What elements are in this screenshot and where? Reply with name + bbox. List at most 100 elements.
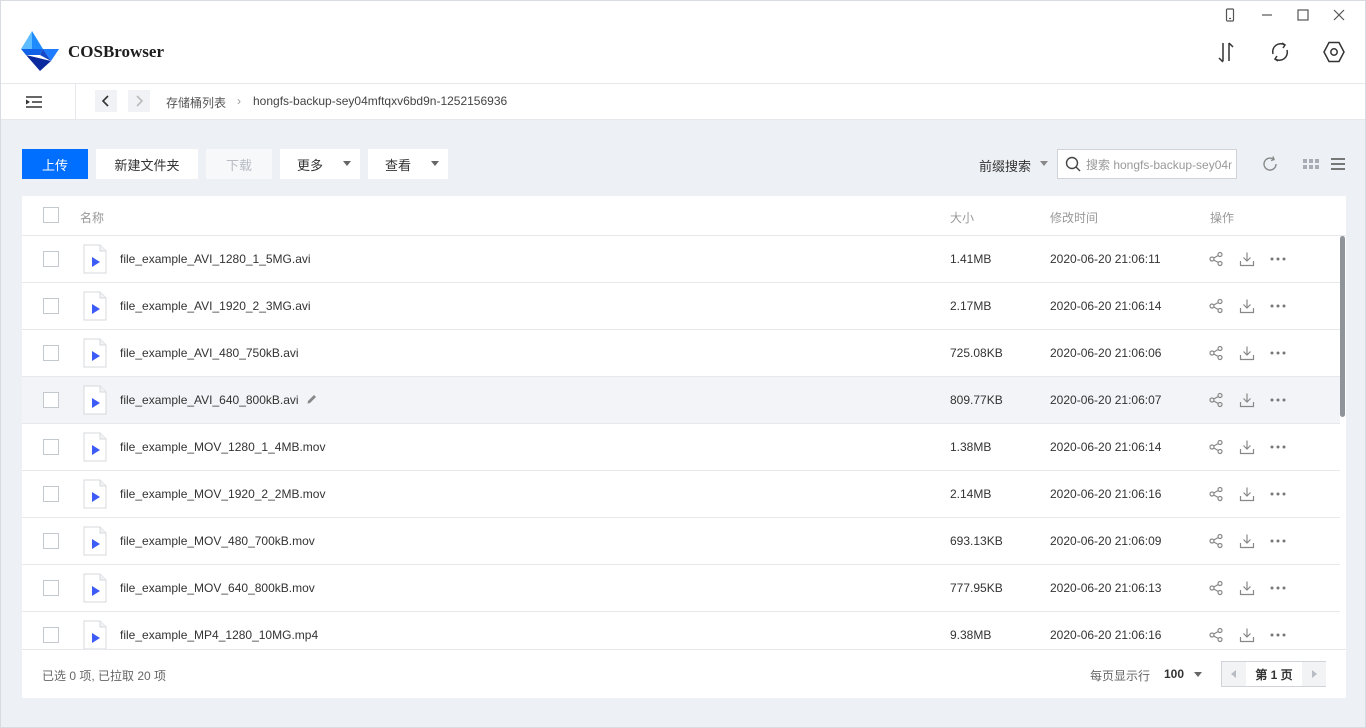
download-icon[interactable] xyxy=(1238,391,1256,409)
share-icon[interactable] xyxy=(1207,485,1225,503)
edit-icon[interactable] xyxy=(306,393,318,405)
share-icon[interactable] xyxy=(1207,626,1225,644)
prefix-search-dropdown[interactable]: 前缀搜索 xyxy=(979,156,1031,175)
share-icon[interactable] xyxy=(1207,579,1225,597)
row-checkbox[interactable] xyxy=(43,298,59,314)
file-size: 725.08KB xyxy=(950,346,1003,360)
chevron-down-icon xyxy=(431,161,439,166)
minimize-icon[interactable] xyxy=(1257,5,1277,25)
scrollbar[interactable] xyxy=(1340,236,1346,649)
file-name[interactable]: file_example_AVI_1280_1_5MG.avi xyxy=(120,252,311,266)
more-actions-icon[interactable] xyxy=(1269,297,1287,315)
grid-view-icon[interactable] xyxy=(1301,154,1321,174)
file-name[interactable]: file_example_MOV_1280_1_4MB.mov xyxy=(120,440,325,454)
prev-page-button[interactable] xyxy=(1222,662,1246,686)
settings-icon[interactable] xyxy=(1320,38,1348,66)
file-name[interactable]: file_example_MP4_1280_10MG.mp4 xyxy=(120,628,318,642)
more-actions-icon[interactable] xyxy=(1269,250,1287,268)
menu-toggle-icon[interactable] xyxy=(21,90,47,114)
file-name[interactable]: file_example_AVI_1920_2_3MG.avi xyxy=(120,299,311,313)
column-size[interactable]: 大小 xyxy=(950,209,974,226)
table-row[interactable]: file_example_MOV_480_700kB.mov 693.13KB 20… xyxy=(22,518,1340,565)
download-icon[interactable] xyxy=(1238,485,1256,503)
download-icon[interactable] xyxy=(1238,626,1256,644)
more-actions-icon[interactable] xyxy=(1269,579,1287,597)
table-row[interactable]: file_example_AVI_1280_1_5MG.avi 1.41MB 202… xyxy=(22,236,1340,283)
table-row[interactable]: file_example_MOV_640_800kB.mov 777.95KB 20… xyxy=(22,565,1340,612)
download-button[interactable]: 下载 xyxy=(206,149,272,179)
search-input[interactable] xyxy=(1086,156,1232,173)
per-page-select[interactable]: 100 xyxy=(1164,663,1208,685)
more-actions-icon[interactable] xyxy=(1269,344,1287,362)
row-checkbox[interactable] xyxy=(43,345,59,361)
table-row[interactable]: file_example_AVI_480_750kB.avi 725.08KB 20… xyxy=(22,330,1340,377)
sync-icon[interactable] xyxy=(1266,38,1294,66)
more-actions-icon[interactable] xyxy=(1269,485,1287,503)
pagination: 第 1 页 xyxy=(1221,661,1326,687)
table-row[interactable]: file_example_MP4_1280_10MG.mp4 9.38MB 2020… xyxy=(22,612,1340,649)
file-size: 777.95KB xyxy=(950,581,1003,595)
next-page-button[interactable] xyxy=(1302,662,1326,686)
scrollbar-thumb[interactable] xyxy=(1340,236,1345,417)
file-name[interactable]: file_example_MOV_480_700kB.mov xyxy=(120,534,315,548)
share-icon[interactable] xyxy=(1207,297,1225,315)
close-icon[interactable] xyxy=(1329,5,1349,25)
phone-icon[interactable] xyxy=(1220,5,1240,25)
share-icon[interactable] xyxy=(1207,250,1225,268)
maximize-icon[interactable] xyxy=(1293,5,1313,25)
table-footer: 已选 0 项, 已拉取 20 项 每页显示行 100 第 1 页 xyxy=(22,649,1346,698)
file-size: 809.77KB xyxy=(950,393,1003,407)
select-all-checkbox[interactable] xyxy=(43,207,59,223)
table-body: file_example_AVI_1280_1_5MG.avi 1.41MB 202… xyxy=(22,236,1340,649)
download-icon[interactable] xyxy=(1238,438,1256,456)
share-icon[interactable] xyxy=(1207,532,1225,550)
table-row[interactable]: file_example_MOV_1920_2_2MB.mov 2.14MB 202… xyxy=(22,471,1340,518)
share-icon[interactable] xyxy=(1207,344,1225,362)
new-folder-button[interactable]: 新建文件夹 xyxy=(96,149,198,179)
video-file-icon xyxy=(83,291,107,321)
list-view-icon[interactable] xyxy=(1328,154,1348,174)
breadcrumb-bucket-list[interactable]: 存储桶列表 xyxy=(166,94,226,111)
file-name[interactable]: file_example_MOV_1920_2_2MB.mov xyxy=(120,487,325,501)
download-icon[interactable] xyxy=(1238,250,1256,268)
chevron-down-icon xyxy=(343,161,351,166)
video-file-icon xyxy=(83,432,107,462)
file-modified-time: 2020-06-20 21:06:11 xyxy=(1050,252,1161,266)
more-actions-icon[interactable] xyxy=(1269,532,1287,550)
file-name[interactable]: file_example_AVI_640_800kB.avi xyxy=(120,393,299,407)
download-icon[interactable] xyxy=(1238,297,1256,315)
row-checkbox[interactable] xyxy=(43,580,59,596)
refresh-icon[interactable] xyxy=(1260,154,1280,174)
column-name[interactable]: 名称 xyxy=(80,209,104,226)
transfer-icon[interactable] xyxy=(1212,38,1240,66)
more-actions-icon[interactable] xyxy=(1269,438,1287,456)
file-name[interactable]: file_example_MOV_640_800kB.mov xyxy=(120,581,315,595)
more-actions-icon[interactable] xyxy=(1269,626,1287,644)
back-button[interactable] xyxy=(95,90,117,112)
share-icon[interactable] xyxy=(1207,391,1225,409)
page-indicator[interactable]: 第 1 页 xyxy=(1246,662,1302,686)
download-icon[interactable] xyxy=(1238,579,1256,597)
breadcrumb-bar: 存储桶列表 › hongfs-backup-sey04mftqxv6bd9n-1… xyxy=(1,83,1365,120)
more-actions-icon[interactable] xyxy=(1269,391,1287,409)
table-row[interactable]: file_example_AVI_1920_2_3MG.avi 2.17MB 202… xyxy=(22,283,1340,330)
download-icon[interactable] xyxy=(1238,344,1256,362)
row-checkbox[interactable] xyxy=(43,533,59,549)
table-row[interactable]: file_example_AVI_640_800kB.avi 809.77KB 20… xyxy=(22,377,1340,424)
more-dropdown[interactable]: 更多 xyxy=(280,149,360,179)
column-modified[interactable]: 修改时间 xyxy=(1050,209,1098,226)
row-checkbox[interactable] xyxy=(43,486,59,502)
row-checkbox[interactable] xyxy=(43,627,59,643)
row-checkbox[interactable] xyxy=(43,392,59,408)
file-name[interactable]: file_example_AVI_480_750kB.avi xyxy=(120,346,299,360)
share-icon[interactable] xyxy=(1207,438,1225,456)
file-modified-time: 2020-06-20 21:06:06 xyxy=(1050,346,1162,360)
upload-button[interactable]: 上传 xyxy=(22,149,88,179)
view-dropdown[interactable]: 查看 xyxy=(368,149,448,179)
download-icon[interactable] xyxy=(1238,532,1256,550)
chevron-down-icon[interactable] xyxy=(1040,161,1048,166)
row-checkbox[interactable] xyxy=(43,439,59,455)
row-checkbox[interactable] xyxy=(43,251,59,267)
forward-button[interactable] xyxy=(128,90,150,112)
table-row[interactable]: file_example_MOV_1280_1_4MB.mov 1.38MB 202… xyxy=(22,424,1340,471)
